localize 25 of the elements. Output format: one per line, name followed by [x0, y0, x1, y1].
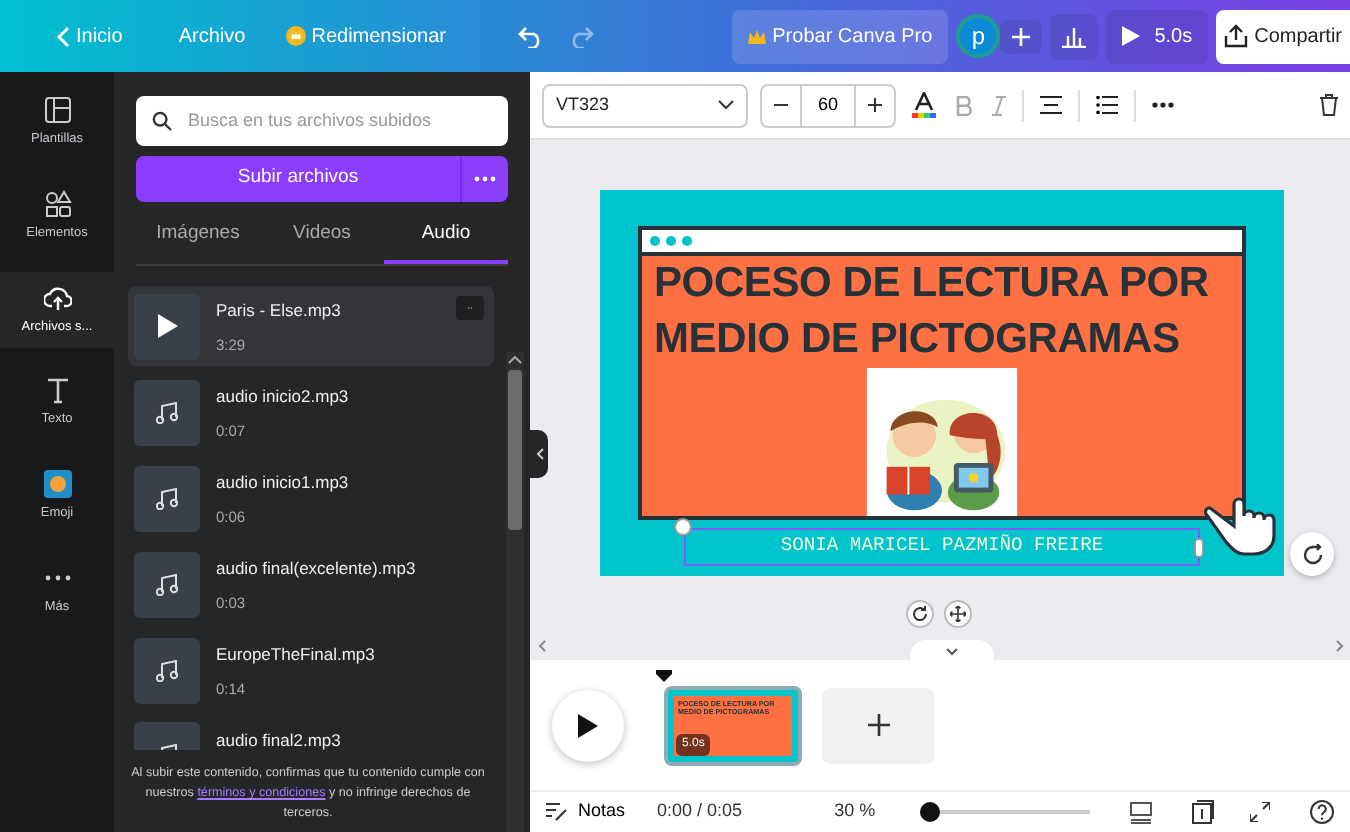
- user-avatar[interactable]: p: [956, 14, 1001, 58]
- font-size-control[interactable]: 60: [760, 83, 896, 127]
- share-button[interactable]: Compartir: [1216, 9, 1350, 63]
- search-field[interactable]: Busca en tus archivos subidos: [136, 96, 508, 146]
- present-button[interactable]: 5.0s: [1106, 9, 1209, 63]
- file-name: audio final2.mp3: [216, 728, 341, 751]
- font-dropdown[interactable]: VT323: [542, 83, 748, 127]
- playback-time: 0:00 / 0:05: [657, 798, 743, 825]
- slide-title: POCESO DE LECTURA POR: [652, 257, 1211, 310]
- font-size-field[interactable]: 60: [800, 85, 856, 125]
- notes-button[interactable]: Notas: [542, 794, 630, 830]
- slide-title: MEDIO DE PICTOGRAMAS: [652, 313, 1182, 366]
- zoom-percent: 30 %: [834, 798, 876, 825]
- file-name: audio inicio2.mp3: [216, 383, 349, 409]
- tab[interactable]: Audio: [384, 210, 508, 265]
- author-name: SONIA MARICEL PAZMIÑO FREIRE: [780, 532, 1104, 561]
- audio-item[interactable]: audio final2.mp3: [128, 716, 494, 751]
- tab[interactable]: Imágenes: [136, 210, 260, 265]
- file-name: Paris - Else.mp3: [216, 297, 341, 323]
- file-name: audio final(excelente).mp3: [216, 555, 416, 581]
- upload-button[interactable]: Subir archivos: [136, 156, 460, 202]
- try-pro-button[interactable]: Probar Canva Pro: [732, 9, 949, 63]
- tab[interactable]: Videos: [260, 210, 384, 265]
- file-name: EuropeTheFinal.mp3: [216, 641, 375, 667]
- file-name: audio inicio1.mp3: [216, 469, 349, 495]
